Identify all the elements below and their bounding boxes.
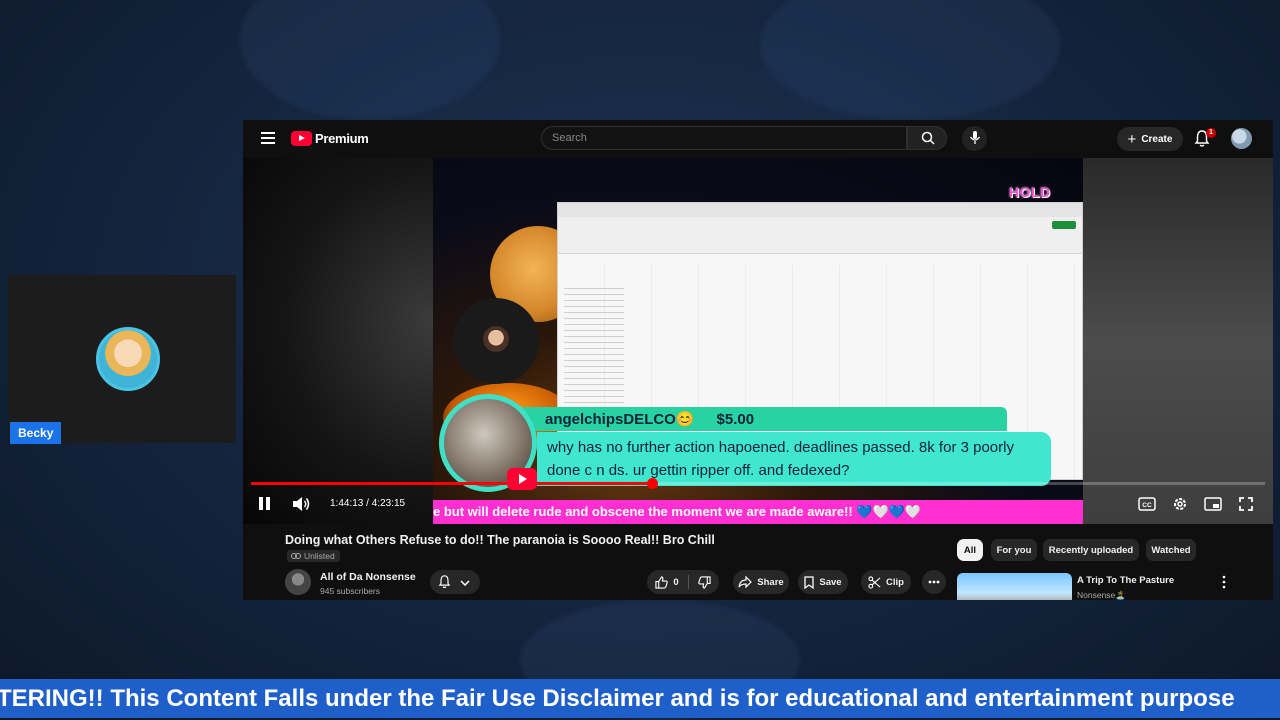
clip-button[interactable]: Clip: [861, 570, 911, 594]
share-button[interactable]: Share: [733, 570, 789, 594]
cam-name-tag: Becky: [10, 422, 62, 444]
youtube-logo[interactable]: Premium: [291, 131, 369, 146]
menu-icon[interactable]: [261, 132, 275, 144]
background-decoration: [760, 0, 1060, 120]
visibility-badge: Unlisted: [287, 550, 340, 562]
donation-amount: $5.00: [716, 410, 755, 428]
share-icon: [738, 576, 753, 588]
visibility-label: Unlisted: [304, 551, 335, 561]
disclaimer-banner: TERING!! This Content Falls under the Fa…: [0, 679, 1280, 718]
channel-avatar[interactable]: [285, 569, 311, 595]
create-button[interactable]: + Create: [1117, 127, 1183, 151]
search-input[interactable]: [541, 126, 907, 150]
svg-text:CC: CC: [1142, 502, 1152, 509]
link-icon: [291, 553, 301, 559]
time-display: 1:44:13 / 4:23:15: [330, 498, 406, 509]
share-label: Share: [757, 576, 784, 588]
pause-button[interactable]: [259, 495, 273, 513]
bell-icon: [438, 575, 451, 589]
chevron-down-icon: [460, 580, 470, 586]
volume-icon[interactable]: [291, 495, 311, 513]
chip-watched[interactable]: Watched: [1146, 539, 1196, 561]
more-actions-button[interactable]: [922, 570, 946, 594]
save-button[interactable]: Save: [798, 570, 848, 594]
like-divider: [687, 575, 689, 589]
youtube-logo-icon: [291, 131, 312, 146]
channel-name[interactable]: All of Da Nonsense: [320, 571, 416, 583]
like-count: 0: [673, 576, 679, 588]
save-label: Save: [819, 576, 842, 588]
top-bar: Premium + Create 1: [243, 120, 1273, 158]
account-avatar[interactable]: [1231, 128, 1252, 149]
progress-bar[interactable]: [251, 478, 1265, 489]
ticker-banner: e but will delete rude and obscene the m…: [433, 500, 1083, 524]
notification-badge: 1: [1206, 128, 1216, 138]
like-dislike-group: 0: [647, 570, 719, 594]
youtube-play-icon: [507, 468, 537, 490]
search-icon: [921, 131, 935, 145]
donation-header: angelchipsDELCO😊 $5.00: [519, 407, 1007, 431]
captions-icon[interactable]: CC: [1138, 495, 1156, 513]
clip-label: Clip: [886, 576, 904, 588]
cam-avatar: [96, 327, 160, 391]
donation-message: why has no further action hapoened. dead…: [537, 432, 1051, 486]
subscriber-count: 945 subscribers: [320, 586, 381, 596]
recommended-title[interactable]: A Trip To The Pasture: [1077, 575, 1174, 586]
more-horizontal-icon: [928, 580, 940, 584]
thumbs-down-icon[interactable]: [697, 575, 711, 589]
logo-text: Premium: [315, 131, 369, 146]
chip-all[interactable]: All: [957, 539, 983, 561]
progress-fill: [251, 482, 652, 485]
progress-scrubber[interactable]: [646, 478, 658, 489]
background-decoration: [240, 0, 500, 120]
mic-icon: [969, 131, 981, 144]
disclaimer-text: TERING!! This Content Falls under the Fa…: [0, 685, 1235, 712]
youtube-window: Premium + Create 1: [243, 120, 1273, 600]
player-left-panel: [243, 158, 433, 524]
search-button[interactable]: [907, 126, 947, 150]
thumbs-up-icon[interactable]: [655, 575, 669, 589]
video-player[interactable]: HOLD angelchipsDELCO😊 $5.00 why has no f…: [243, 158, 1273, 524]
chip-for-you[interactable]: For you: [991, 539, 1037, 561]
recommended-channel: Nonsense🏝️: [1077, 590, 1126, 600]
video-title: Doing what Others Refuse to do!! The par…: [285, 533, 715, 547]
scissors-icon: [868, 575, 881, 589]
more-vertical-icon[interactable]: [1221, 575, 1227, 589]
fullscreen-icon[interactable]: [1238, 495, 1254, 513]
donation-username: angelchipsDELCO😊: [545, 411, 695, 428]
create-label: Create: [1141, 133, 1173, 145]
cam-box: Becky: [8, 275, 236, 444]
miniplayer-icon[interactable]: [1204, 495, 1222, 513]
notification-preferences-button[interactable]: [430, 570, 480, 594]
bookmark-icon: [804, 575, 815, 589]
recommended-thumbnail[interactable]: [957, 573, 1072, 600]
player-right-panel: [1083, 158, 1273, 524]
plus-icon: +: [1127, 130, 1137, 148]
chip-recently-uploaded[interactable]: Recently uploaded: [1043, 539, 1139, 561]
settings-gear-icon[interactable]: [1172, 495, 1188, 513]
voice-search-button[interactable]: [962, 126, 987, 151]
